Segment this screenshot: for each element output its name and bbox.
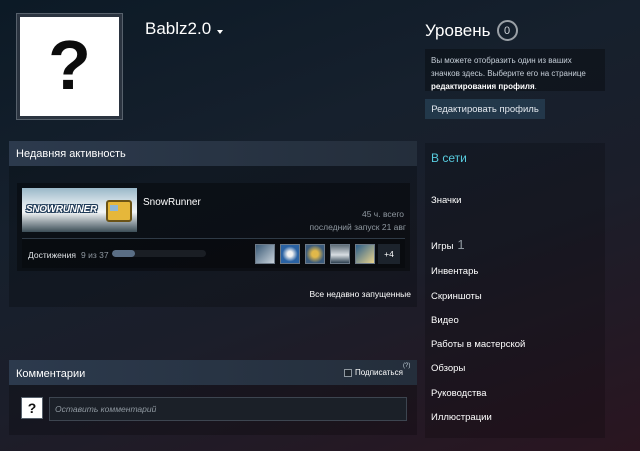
games-count: 1 [457,237,465,252]
sidebar-item-guides[interactable]: Руководства [431,388,487,399]
profile-name-dropdown[interactable]: Bablz2.0 [145,19,224,39]
achievement-icon[interactable] [255,244,275,264]
sidebar-item-workshop[interactable]: Работы в мастерской [431,339,525,350]
sidebar-item-reviews[interactable]: Обзоры [431,363,465,374]
subscribe-checkbox[interactable] [344,368,352,377]
sidebar-item-inventory[interactable]: Инвентарь [431,266,478,277]
achievements-more-button[interactable]: +4 [378,244,400,264]
game-capsule-logo: SNOWRUNNER [26,204,97,215]
achievement-icon[interactable] [330,244,350,264]
chevron-down-icon [217,30,224,34]
achievement-icon[interactable] [305,244,325,264]
sidebar-item-artwork[interactable]: Иллюстрации [431,412,492,423]
comment-avatar-glyph: ? [27,400,37,416]
achievements-count: 9 из 37 [81,250,109,260]
achievement-icon[interactable] [280,244,300,264]
level-info-link[interactable]: редактирования профиля [431,82,535,91]
sidebar-item-games[interactable]: Игры 1 [431,237,465,252]
game-capsule-image[interactable]: SNOWRUNNER [22,188,137,232]
profile-avatar: ? [16,13,123,120]
profile-username: Bablz2.0 [145,19,212,38]
sidebar-item-badges[interactable]: Значки [431,195,461,206]
level-info-box: Вы можете отобразить один из ваших значк… [425,49,605,91]
game-name-link[interactable]: SnowRunner [143,197,201,208]
help-icon[interactable]: (?) [403,363,410,369]
level-badge: 0 [496,20,518,41]
game-last-played: последний запуск 21 авг [309,222,406,232]
online-status: В сети [431,151,467,165]
level-info-text: Вы можете отобразить один из ваших значк… [431,56,586,78]
subscribe-toggle[interactable]: Подписаться [344,368,403,377]
sidebar-item-games-label: Игры [431,241,454,252]
achievement-icon[interactable] [355,244,375,264]
truck-icon [106,200,132,222]
edit-profile-button[interactable]: Редактировать профиль [425,99,545,119]
avatar-placeholder-glyph: ? [48,25,91,104]
sidebar-item-screenshots[interactable]: Скриншоты [431,291,482,302]
achievements-label: Достижения [28,250,76,260]
level-info-end: . [534,82,537,91]
level-title: Уровень [425,20,491,40]
achievements-progress-fill [112,250,135,257]
level-heading: Уровень 0 [425,20,518,41]
recent-activity-header: Недавняя активность [9,141,417,166]
all-recent-games-link[interactable]: Все недавно запущенные [280,289,411,299]
comment-avatar: ? [21,397,43,419]
sidebar-item-videos[interactable]: Видео [431,315,459,326]
comment-input[interactable] [49,397,407,421]
achievements-progress-bar [112,250,206,257]
game-hours: 45 ч. всего [361,209,404,219]
subscribe-label: Подписаться [355,368,403,377]
